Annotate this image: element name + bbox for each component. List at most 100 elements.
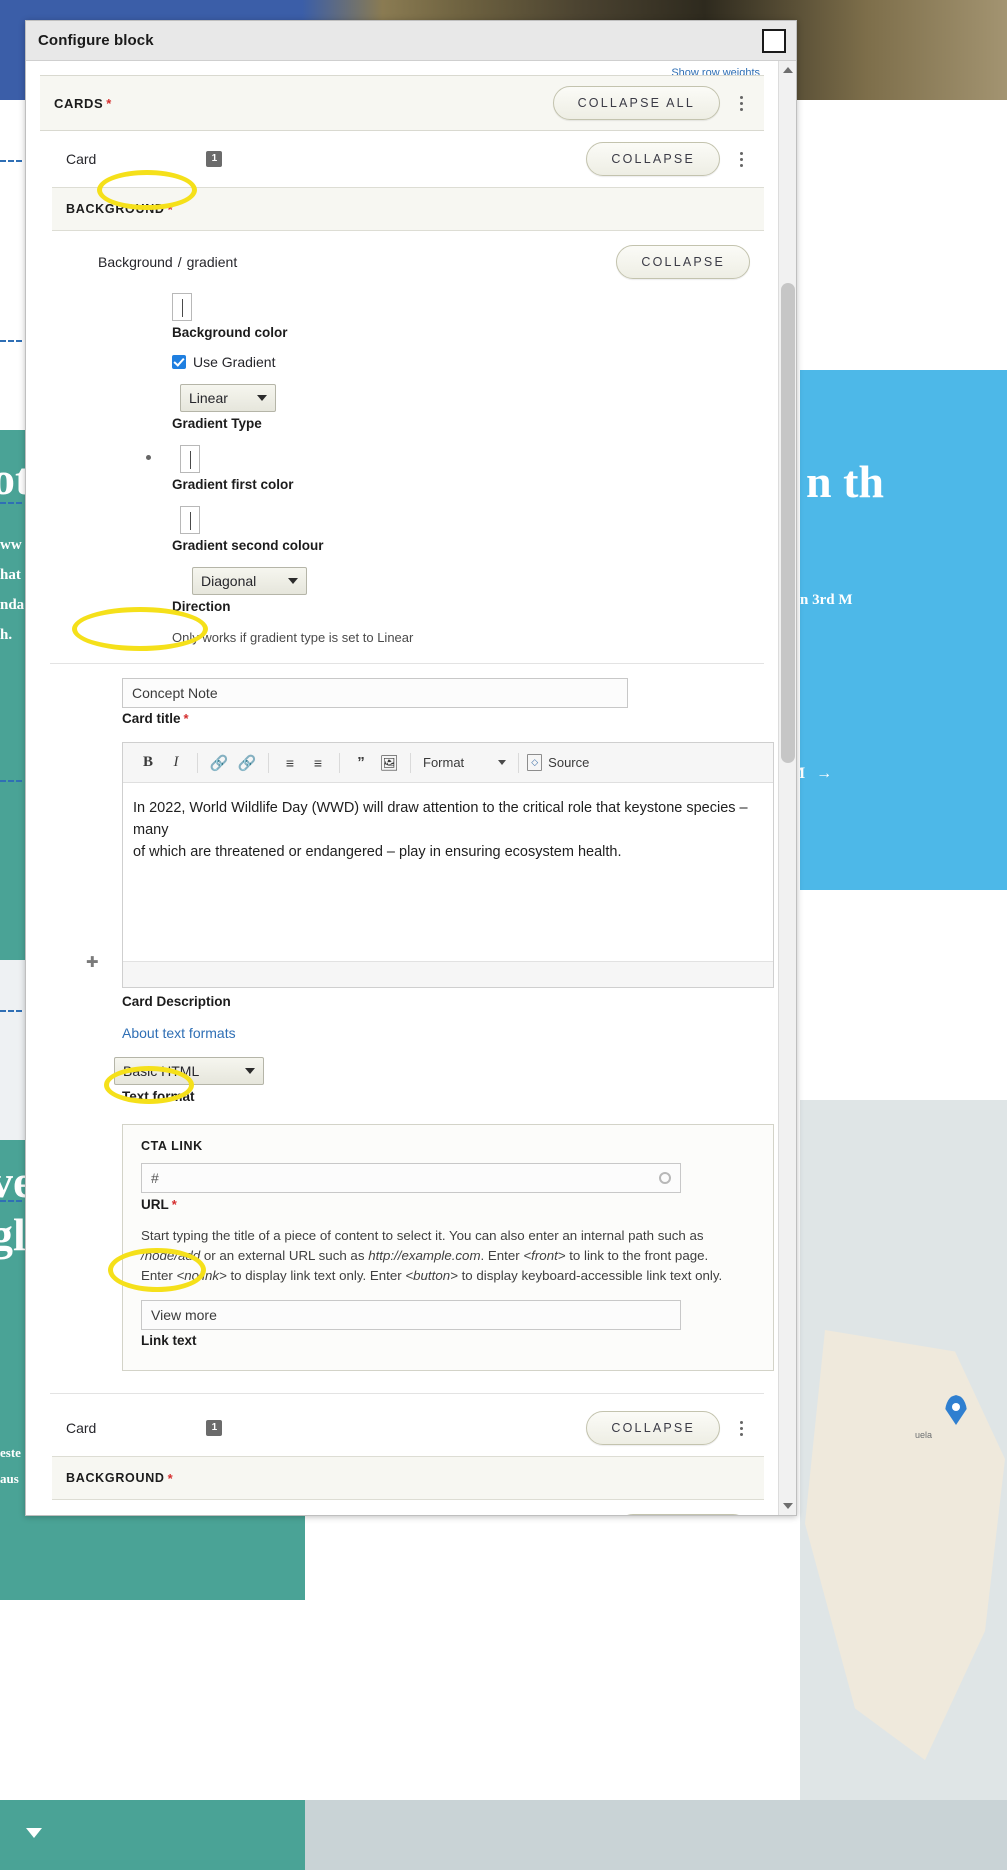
- vertical-ellipsis-icon[interactable]: [732, 92, 750, 115]
- dialog-scrollbar[interactable]: [778, 61, 796, 1515]
- link-icon[interactable]: 🔗: [206, 750, 232, 776]
- card-description-label: Card Description: [122, 994, 231, 1009]
- card-row-1-label: Card: [66, 151, 97, 167]
- text-format-select[interactable]: Basic HTML: [114, 1057, 264, 1085]
- direction-helper-note: Only works if gradient type is set to Li…: [172, 630, 414, 645]
- format-dropdown[interactable]: Format: [419, 755, 510, 770]
- text-format-label: Text format: [122, 1089, 195, 1104]
- scroll-thumb[interactable]: [781, 283, 795, 763]
- editor-toolbar: B I 🔗 🔗 ≡ ≡ ” 🖼 Format ◇ Source: [123, 743, 773, 783]
- editor-status-bar: [123, 961, 773, 987]
- blockquote-icon[interactable]: ”: [348, 750, 374, 776]
- chevron-down-icon-3: [498, 760, 507, 765]
- use-gradient-checkbox[interactable]: [172, 355, 186, 369]
- card-title-label-text: Card title: [122, 711, 181, 726]
- toolbar-divider-3: [339, 752, 340, 773]
- source-button-label: Source: [548, 755, 590, 770]
- blue-panel-right: [800, 370, 1007, 890]
- close-icon[interactable]: [762, 29, 786, 53]
- card-1-vertical-ellipsis-icon[interactable]: [732, 148, 750, 171]
- background-collapse-button[interactable]: COLLAPSE: [616, 245, 750, 279]
- numbered-list-icon[interactable]: ≡: [305, 750, 331, 776]
- italic-icon[interactable]: I: [163, 750, 189, 776]
- card-row-1-weight-badge: 1: [206, 151, 223, 167]
- gradient-second-color-swatch[interactable]: [180, 506, 200, 534]
- cta-desc-part3: . Enter: [480, 1248, 524, 1263]
- background-color-swatch[interactable]: [172, 293, 192, 321]
- cards-group-title: CARDS: [54, 95, 104, 111]
- editor-paragraph-line-1: In 2022, World Wildlife Day (WWD) will d…: [133, 800, 748, 838]
- card-row-2-label: Card: [66, 1420, 97, 1436]
- text-format-field: Basic HTML Text format: [26, 1057, 778, 1104]
- cta-url-label-wrap: URL *: [141, 1197, 755, 1212]
- card-1-collapse-button[interactable]: COLLAPSE: [586, 142, 720, 176]
- cta-url-input[interactable]: [141, 1163, 681, 1193]
- source-code-icon: ◇: [527, 754, 543, 771]
- card-title-field: Card title*: [26, 678, 778, 726]
- breadcrumb-separator: /: [177, 254, 182, 270]
- cta-desc-nolink-token: <nolink>: [176, 1268, 227, 1283]
- hero-heading-right: n th: [806, 456, 884, 507]
- about-text-formats-wrap: About text formats: [26, 1025, 778, 1043]
- gradient-second-color-field: Gradient second colour: [172, 506, 778, 553]
- cta-link-text-input[interactable]: [141, 1300, 681, 1330]
- card-title-input[interactable]: [122, 678, 628, 708]
- cta-link-legend: CTA LINK: [141, 1139, 203, 1153]
- direction-select[interactable]: Diagonal: [192, 567, 307, 595]
- drag-handle-icon[interactable]: ✚: [86, 955, 102, 971]
- toolbar-divider-2: [268, 752, 269, 773]
- card-2-background-required-marker: *: [167, 1470, 173, 1486]
- card-1-background-title: BACKGROUND: [66, 202, 165, 216]
- gradient-type-field: Linear Gradient Type: [172, 384, 778, 431]
- dialog-scroll-area: Show row weights CARDS * COLLAPSE ALL Ca…: [26, 61, 778, 1515]
- editor-content-area[interactable]: In 2022, World Wildlife Day (WWD) will d…: [123, 783, 773, 961]
- direction-label: Direction: [172, 599, 231, 614]
- toolbar-divider-1: [197, 752, 198, 773]
- map-label-venezuela: uela: [915, 1430, 933, 1440]
- bold-icon[interactable]: B: [135, 750, 161, 776]
- card-1-background-section-header: BACKGROUND *: [52, 187, 764, 231]
- cta-desc-part5: to display link text only. Enter: [226, 1268, 406, 1283]
- cta-desc-part1: Start typing the title of a piece of con…: [141, 1228, 704, 1243]
- about-text-formats-link[interactable]: About text formats: [122, 1025, 236, 1041]
- hero-body-right: n 3rd M: [800, 592, 853, 608]
- unlink-icon[interactable]: 🔗: [234, 750, 260, 776]
- list-bullet-icon: [146, 455, 151, 460]
- form-content: Show row weights CARDS * COLLAPSE ALL Ca…: [26, 67, 778, 1515]
- divider-2: [50, 1393, 764, 1394]
- gradient-first-color-field: Gradient first color: [146, 445, 778, 492]
- cta-url-label: URL: [141, 1197, 169, 1212]
- card-1-background-required-marker: *: [167, 201, 173, 217]
- format-dropdown-label: Format: [423, 755, 465, 770]
- card-row-1: Card 1 COLLAPSE: [40, 131, 764, 187]
- gradient-first-color-label: Gradient first color: [172, 477, 294, 492]
- card-2-background-breadcrumb-row: Background / gradient COLLAPSE: [52, 1500, 764, 1515]
- use-gradient-label: Use Gradient: [193, 354, 276, 370]
- card-row-2: Card 1 COLLAPSE: [40, 1400, 764, 1456]
- gradient-type-select[interactable]: Linear: [180, 384, 276, 412]
- scroll-up-arrow-icon[interactable]: [779, 61, 796, 79]
- source-button[interactable]: ◇ Source: [527, 754, 589, 771]
- bulleted-list-icon[interactable]: ≡: [277, 750, 303, 776]
- direction-field: Diagonal Direction: [172, 567, 778, 614]
- gradient-type-label: Gradient Type: [172, 416, 262, 431]
- cta-link-text-label: Link text: [141, 1333, 197, 1348]
- background-color-field: Background color Use Gradient Linear Gra…: [26, 293, 778, 614]
- card-row-2-weight-badge: 1: [206, 1420, 223, 1436]
- gradient-first-color-swatch[interactable]: [180, 445, 200, 473]
- autocomplete-throbber-icon: [659, 1172, 671, 1184]
- cta-desc-front-token: <front>: [523, 1248, 566, 1263]
- card-2-vertical-ellipsis-icon[interactable]: [732, 1417, 750, 1440]
- gradient-second-color-label: Gradient second colour: [172, 538, 324, 553]
- image-icon[interactable]: 🖼: [376, 750, 402, 776]
- cta-desc-part6: to display keyboard-accessible link text…: [457, 1268, 723, 1283]
- scroll-down-circle-icon[interactable]: [8, 1808, 60, 1860]
- toolbar-divider-5: [518, 752, 520, 773]
- card-2-collapse-button[interactable]: COLLAPSE: [586, 1411, 720, 1445]
- collapse-all-button[interactable]: COLLAPSE ALL: [552, 86, 720, 120]
- background-color-label: Background color: [172, 325, 288, 340]
- scroll-down-arrow-icon[interactable]: [779, 1497, 796, 1515]
- card-2-background-collapse-button[interactable]: COLLAPSE: [616, 1514, 750, 1515]
- card-2-background-title: BACKGROUND: [66, 1471, 165, 1485]
- configure-block-dialog: Configure block Show row weights CARDS *…: [25, 20, 797, 1516]
